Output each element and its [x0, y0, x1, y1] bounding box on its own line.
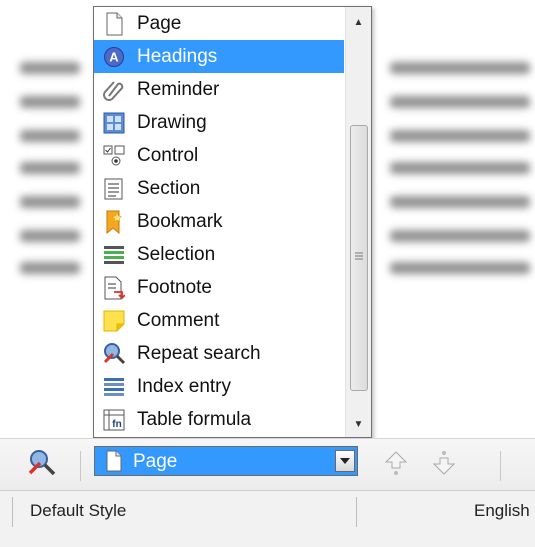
- navigate-by-dropdown-list[interactable]: Page A Headings Reminder Drawing Control: [93, 6, 372, 438]
- comment-icon: [102, 309, 126, 333]
- option-label: Section: [137, 177, 201, 199]
- previous-button[interactable]: [382, 449, 410, 482]
- table-formula-icon: fn: [102, 408, 126, 432]
- navigate-by-options: Page A Headings Reminder Drawing Control: [94, 7, 344, 436]
- toolbar-separator: [500, 451, 501, 481]
- combobox-value: Page: [133, 451, 178, 472]
- bookmark-icon: [102, 210, 126, 234]
- next-button[interactable]: [430, 449, 458, 482]
- headings-icon: A: [102, 45, 126, 69]
- option-table-formula[interactable]: fn Table formula: [94, 403, 344, 436]
- option-bookmark[interactable]: Bookmark: [94, 205, 344, 238]
- page-icon: [102, 12, 126, 36]
- arrow-up-icon: [384, 451, 408, 475]
- option-label: Bookmark: [137, 210, 223, 232]
- option-label: Selection: [137, 243, 216, 265]
- repeat-search-toolbar-button[interactable]: [26, 447, 56, 482]
- svg-text:A: A: [109, 49, 119, 64]
- option-label: Drawing: [137, 111, 207, 133]
- control-icon: [102, 144, 126, 168]
- svg-text:fn: fn: [112, 419, 121, 430]
- option-drawing[interactable]: Drawing: [94, 106, 344, 139]
- option-label: Footnote: [137, 276, 212, 298]
- index-entry-icon: [102, 375, 126, 399]
- status-divider: [356, 497, 357, 527]
- grip-icon: [355, 252, 363, 260]
- repeat-search-icon: [28, 450, 56, 476]
- option-label: Reminder: [137, 78, 220, 100]
- section-icon: [102, 177, 126, 201]
- option-comment[interactable]: Comment: [94, 304, 344, 337]
- option-label: Index entry: [137, 375, 231, 397]
- option-repeat-search[interactable]: Repeat search: [94, 337, 344, 370]
- repeat-search-icon: [102, 342, 126, 366]
- dropdown-scrollbar[interactable]: ▲ ▼: [345, 7, 371, 437]
- language-status[interactable]: English: [474, 491, 530, 531]
- option-page[interactable]: Page: [94, 7, 344, 40]
- option-selection[interactable]: Selection: [94, 238, 344, 271]
- drawing-icon: [102, 111, 126, 135]
- option-control[interactable]: Control: [94, 139, 344, 172]
- option-label: Table formula: [137, 408, 252, 430]
- scroll-down-arrow-icon[interactable]: ▼: [346, 413, 371, 435]
- scroll-up-arrow-icon[interactable]: ▲: [346, 11, 371, 33]
- combobox-dropdown-button[interactable]: [335, 450, 355, 472]
- option-label: Control: [137, 144, 199, 166]
- navigator-toolbar: Page: [0, 438, 535, 491]
- arrow-down-icon: [432, 451, 456, 475]
- navigate-by-combobox[interactable]: Page: [94, 446, 358, 476]
- option-footnote[interactable]: Footnote: [94, 271, 344, 304]
- option-label: Repeat search: [137, 342, 261, 364]
- option-label: Page: [137, 12, 182, 34]
- toolbar-separator: [80, 451, 81, 481]
- paperclip-icon: [102, 78, 126, 102]
- option-section[interactable]: Section: [94, 172, 344, 205]
- page-icon: [105, 450, 123, 477]
- status-divider: [12, 497, 13, 527]
- option-label: Comment: [137, 309, 220, 331]
- selection-icon: [102, 243, 126, 267]
- scroll-thumb[interactable]: [350, 125, 368, 391]
- chevron-down-icon: [340, 458, 350, 464]
- option-reminder[interactable]: Reminder: [94, 73, 344, 106]
- option-label: Headings: [137, 45, 218, 67]
- option-headings[interactable]: A Headings: [94, 40, 344, 73]
- option-index-entry[interactable]: Index entry: [94, 370, 344, 403]
- page-style-status[interactable]: Default Style: [30, 491, 126, 531]
- status-bar: Default Style English: [0, 490, 535, 547]
- footnote-icon: [102, 276, 126, 300]
